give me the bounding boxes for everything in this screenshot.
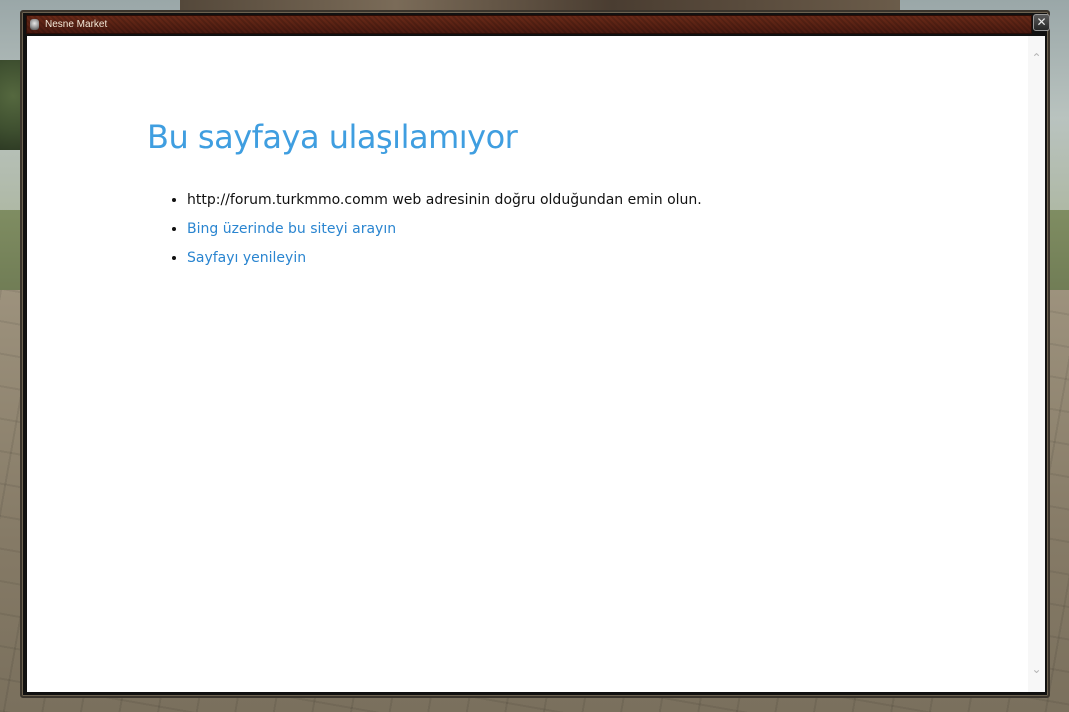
- search-bing-link[interactable]: Bing üzerinde bu siteyi arayın: [187, 221, 396, 237]
- refresh-page-link[interactable]: Sayfayı yenileyin: [187, 250, 306, 266]
- app-icon: [30, 19, 39, 30]
- tree: [0, 60, 22, 150]
- close-button[interactable]: ✕: [1033, 14, 1050, 31]
- vertical-scrollbar[interactable]: ⌃ ⌄: [1028, 36, 1045, 692]
- list-item: Bing üzerinde bu siteyi arayın: [187, 215, 702, 244]
- window-title: Nesne Market: [45, 19, 108, 30]
- scroll-up-icon[interactable]: ⌃: [1028, 50, 1045, 67]
- close-icon: ✕: [1036, 15, 1047, 29]
- browser-content: Bu sayfaya ulaşılamıyor http://forum.tur…: [27, 36, 1045, 692]
- nesne-market-window: Nesne Market ✕ Bu sayfaya ulaşılamıyor h…: [20, 10, 1050, 698]
- scroll-down-icon[interactable]: ⌄: [1028, 661, 1045, 678]
- window-titlebar[interactable]: Nesne Market: [26, 15, 1032, 34]
- suggestion-check-url: http://forum.turkmmo.comm web adresinin …: [187, 186, 702, 215]
- error-heading: Bu sayfaya ulaşılamıyor: [147, 118, 518, 156]
- suggestion-list: http://forum.turkmmo.comm web adresinin …: [167, 186, 702, 273]
- list-item: Sayfayı yenileyin: [187, 244, 702, 273]
